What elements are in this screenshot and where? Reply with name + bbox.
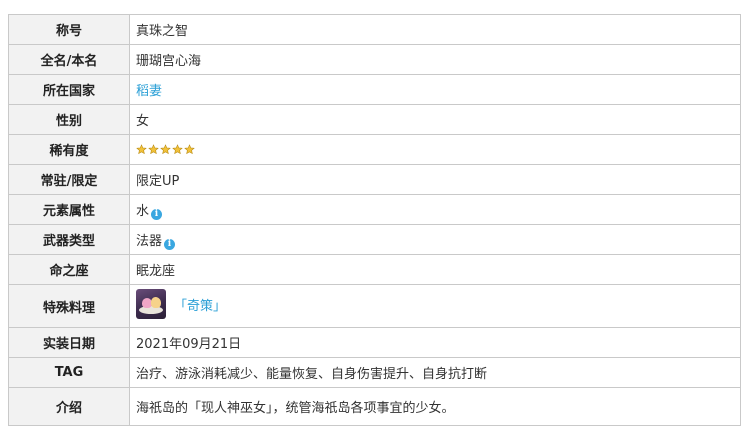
nation-link[interactable]: 稻妻: [136, 84, 162, 99]
row-nation: 所在国家 稻妻: [8, 74, 741, 105]
value-weapon-cell: 法器 i: [129, 224, 741, 255]
character-info-panel: 称号 真珠之智 全名/本名 珊瑚宫心海 所在国家 稻妻 性别 女 稀有度 常驻/…: [8, 14, 741, 426]
label-intro: 介绍: [8, 387, 130, 426]
row-banner: 常驻/限定 限定UP: [8, 164, 741, 195]
value-element-cell: 水i: [129, 194, 741, 225]
label-gender: 性别: [8, 104, 130, 135]
label-element: 元素属性: [8, 194, 130, 225]
value-full-name: 珊瑚宫心海: [129, 44, 741, 75]
label-special-dish: 特殊料理: [8, 284, 130, 328]
label-banner: 常驻/限定: [8, 164, 130, 195]
star-icon: [172, 144, 183, 155]
label-full-name: 全名/本名: [8, 44, 130, 75]
row-tag: TAG 治疗、游泳消耗减少、能量恢复、自身伤害提升、自身抗打断: [8, 357, 741, 388]
value-rarity-cell: [129, 134, 741, 165]
row-rarity: 稀有度: [8, 134, 741, 165]
star-icon: [136, 144, 147, 155]
label-constellation: 命之座: [8, 254, 130, 285]
value-release-date: 2021年09月21日: [129, 327, 741, 358]
character-info-table: 称号 真珠之智 全名/本名 珊瑚宫心海 所在国家 稻妻 性别 女 稀有度 常驻/…: [8, 14, 741, 426]
label-tag: TAG: [8, 357, 130, 388]
star-icon: [184, 144, 195, 155]
star-icon: [160, 144, 171, 155]
row-special-dish: 特殊料理 「奇策」: [8, 284, 741, 328]
value-gender: 女: [129, 104, 741, 135]
info-icon[interactable]: i: [164, 238, 176, 250]
row-intro: 介绍 海祇岛的「现人神巫女」，统管海祇岛各项事宜的少女。: [8, 387, 741, 426]
label-rarity: 稀有度: [8, 134, 130, 165]
row-element: 元素属性 水i: [8, 194, 741, 225]
value-element: 水: [136, 203, 150, 219]
value-intro: 海祇岛的「现人神巫女」，统管海祇岛各项事宜的少女。: [129, 387, 741, 426]
label-nation: 所在国家: [8, 74, 130, 105]
value-banner: 限定UP: [129, 164, 741, 195]
value-special-dish-cell: 「奇策」: [129, 284, 741, 328]
row-gender: 性别 女: [8, 104, 741, 135]
label-weapon: 武器类型: [8, 224, 130, 255]
row-constellation: 命之座 眠龙座: [8, 254, 741, 285]
value-constellation: 眠龙座: [129, 254, 741, 285]
value-tag: 治疗、游泳消耗减少、能量恢复、自身伤害提升、自身抗打断: [129, 357, 741, 388]
row-release-date: 实装日期 2021年09月21日: [8, 327, 741, 358]
row-weapon: 武器类型 法器 i: [8, 224, 741, 255]
value-weapon: 法器: [136, 233, 163, 249]
row-title: 称号 真珠之智: [8, 14, 741, 45]
rarity-stars: [136, 144, 195, 155]
dish-image[interactable]: [136, 289, 166, 319]
label-title: 称号: [8, 14, 130, 45]
value-title: 真珠之智: [129, 14, 741, 45]
star-icon: [148, 144, 159, 155]
value-nation-cell: 稻妻: [129, 74, 741, 105]
info-icon[interactable]: i: [151, 208, 163, 220]
label-release-date: 实装日期: [8, 327, 130, 358]
special-dish-link[interactable]: 「奇策」: [174, 295, 226, 314]
row-full-name: 全名/本名 珊瑚宫心海: [8, 44, 741, 75]
